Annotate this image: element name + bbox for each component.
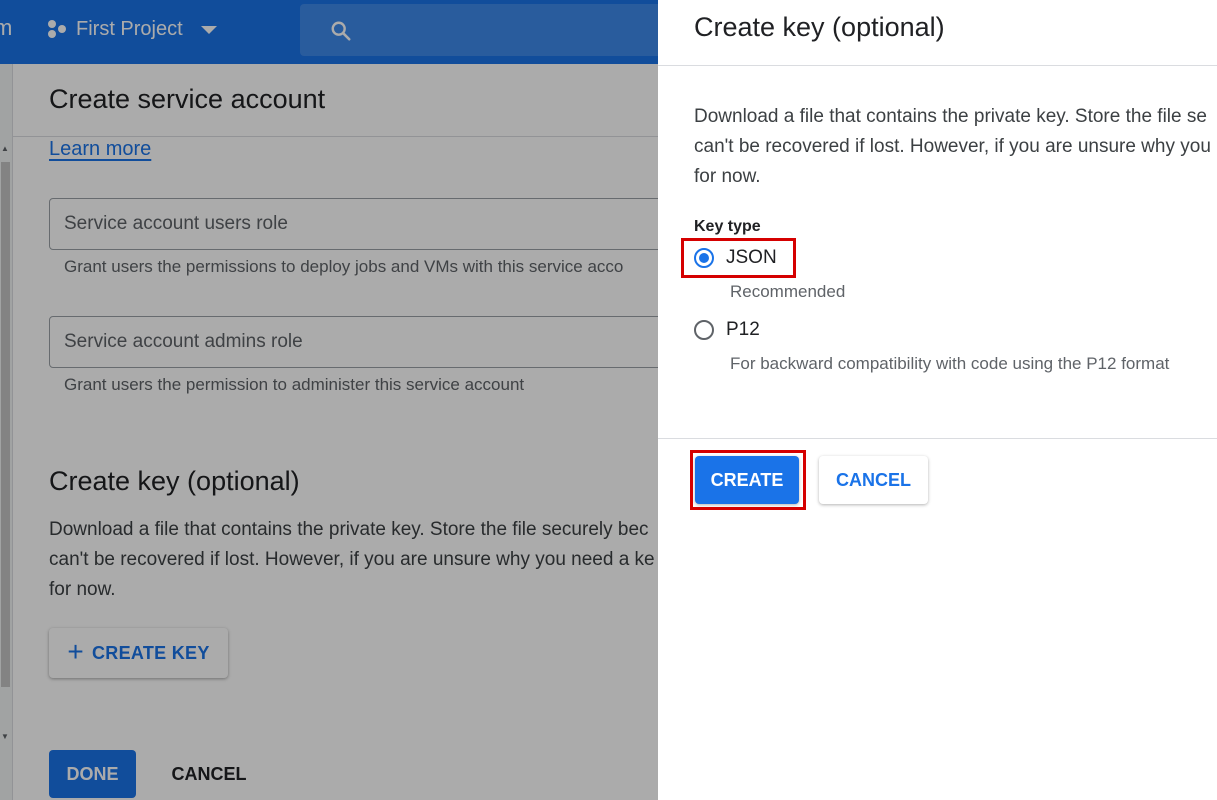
radio-option-p12[interactable]: P12 bbox=[694, 319, 760, 341]
radio-sublabel: For backward compatibility with code usi… bbox=[730, 354, 1170, 373]
description-line: Download a file that contains the privat… bbox=[694, 106, 1207, 127]
modal-scrim[interactable] bbox=[0, 0, 658, 800]
create-key-panel: Create key (optional) Download a file th… bbox=[658, 0, 1217, 800]
radio-button-checked[interactable] bbox=[694, 248, 714, 268]
radio-button-unchecked[interactable] bbox=[694, 320, 714, 340]
panel-header: Create key (optional) bbox=[658, 0, 1217, 66]
create-button[interactable]: CREATE bbox=[695, 456, 799, 504]
radio-option-json[interactable]: JSON bbox=[694, 247, 777, 269]
description-line: can't be recovered if lost. However, if … bbox=[694, 136, 1211, 157]
radio-label-p12: P12 bbox=[726, 319, 760, 340]
panel-description: Download a file that contains the privat… bbox=[694, 102, 1217, 192]
description-line: for now. bbox=[694, 166, 761, 187]
divider bbox=[658, 438, 1217, 439]
key-type-label: Key type bbox=[694, 218, 761, 235]
radio-sublabel: Recommended bbox=[730, 282, 846, 301]
panel-title: Create key (optional) bbox=[694, 12, 945, 42]
radio-label-json: JSON bbox=[726, 247, 777, 268]
panel-cancel-button[interactable]: CANCEL bbox=[819, 456, 928, 504]
